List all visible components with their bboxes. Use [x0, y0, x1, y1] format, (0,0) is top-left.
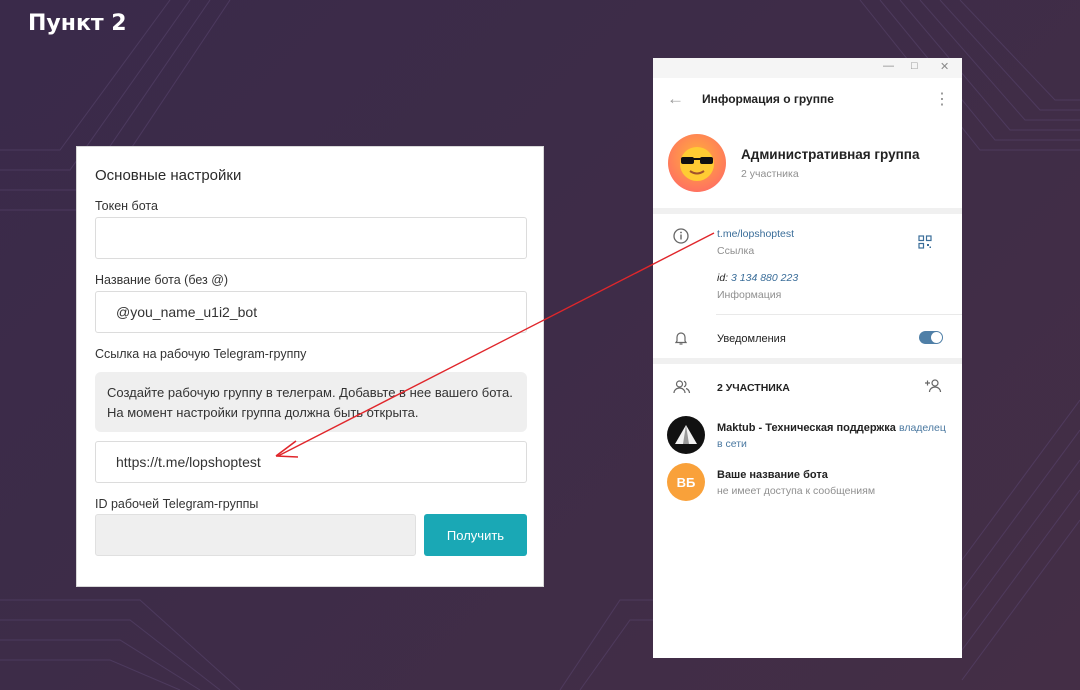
notifications-toggle[interactable] — [919, 331, 943, 344]
members-icon — [673, 379, 691, 399]
minimize-icon[interactable]: — — [883, 60, 894, 72]
group-id-line: id: 3 134 880 223 — [717, 272, 798, 284]
hint-line-1: Создайте рабочую группу в телеграм. Доба… — [107, 385, 513, 400]
member-name[interactable]: Ваше название бота — [717, 469, 828, 481]
group-members-count: 2 участника — [741, 168, 799, 180]
step-title: Пункт 2 — [28, 11, 127, 36]
pyramid-logo-icon — [675, 425, 697, 444]
member-avatar-maktub[interactable] — [667, 416, 705, 454]
bot-token-label: Токен бота — [95, 199, 158, 213]
maximize-icon[interactable]: □ — [911, 60, 918, 72]
group-id-label: id: — [717, 272, 729, 284]
row-divider — [716, 314, 962, 315]
more-menu-icon[interactable]: ⋮ — [934, 89, 950, 109]
group-link-label: Ссылка на рабочую Telegram-группу — [95, 347, 307, 361]
window-titlebar: — □ ✕ — [653, 58, 962, 78]
member-status: не имеет доступа к сообщениям — [717, 485, 876, 497]
group-id-input[interactable] — [95, 514, 416, 556]
owner-badge: владелец — [899, 422, 946, 434]
bot-name-label: Название бота (без @) — [95, 273, 229, 287]
back-arrow-icon[interactable]: ← — [667, 89, 684, 109]
header-title: Информация о группе — [702, 92, 834, 106]
settings-heading: Основные настройки — [95, 167, 242, 184]
hint-line-2: На момент настройки группа должна быть о… — [107, 405, 419, 420]
group-link[interactable]: t.me/lopshoptest — [717, 228, 794, 240]
group-link-input[interactable]: https://t.me/lopshoptest — [95, 441, 527, 483]
notifications-label: Уведомления — [717, 333, 786, 345]
info-icon — [673, 228, 689, 248]
member-name[interactable]: Maktub - Техническая поддержка — [717, 422, 896, 434]
telegram-group-info-window: — □ ✕ ← Информация о группе ⋮ Администра… — [653, 58, 962, 658]
bell-icon — [673, 330, 689, 350]
close-icon[interactable]: ✕ — [940, 60, 949, 73]
toggle-knob — [931, 332, 942, 343]
id-caption: Информация — [717, 289, 782, 301]
link-caption: Ссылка — [717, 245, 755, 257]
members-title: 2 УЧАСТНИКА — [717, 382, 790, 394]
group-name: Административная группа — [741, 147, 920, 162]
group-id-value[interactable]: 3 134 880 223 — [731, 272, 798, 284]
group-id-label: ID рабочей Telegram-группы — [95, 497, 259, 511]
get-id-button[interactable]: Получить — [424, 514, 527, 556]
section-divider — [653, 208, 962, 214]
add-member-icon[interactable] — [924, 378, 942, 397]
group-link-hint: Создайте рабочую группу в телеграм. Доба… — [95, 372, 527, 432]
member-status: в сети — [717, 438, 747, 450]
window-header: ← Информация о группе ⋮ — [653, 78, 962, 120]
group-avatar — [668, 134, 726, 192]
sunglasses-emoji-icon — [680, 147, 714, 181]
bot-token-input[interactable] — [95, 217, 527, 259]
bot-name-input[interactable]: @you_name_u1i2_bot — [95, 291, 527, 333]
bot-settings-panel: Основные настройки Токен бота Название б… — [76, 146, 544, 587]
section-divider — [653, 358, 962, 364]
member-avatar-bot[interactable]: ВБ — [667, 463, 705, 501]
qr-code-icon[interactable] — [918, 235, 932, 252]
